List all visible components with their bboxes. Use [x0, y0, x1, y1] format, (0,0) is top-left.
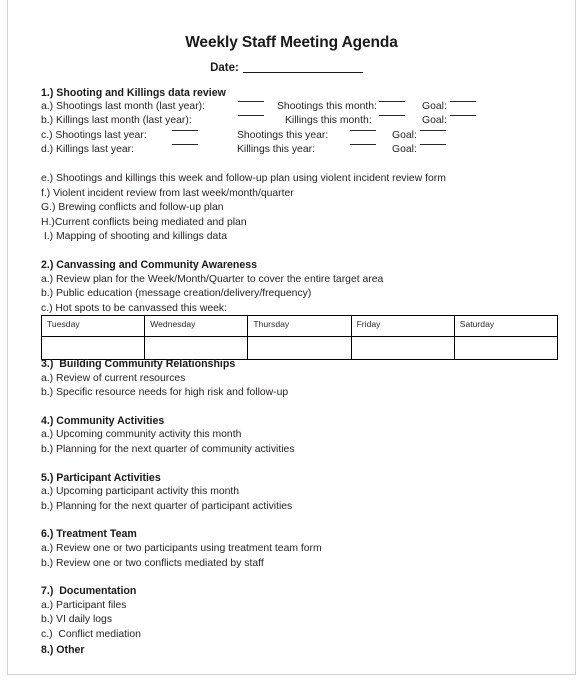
table-header-row: Tuesday Wednesday Thursday Friday Saturd… — [40, 315, 559, 337]
data-row-a: a.) Shootings last month (last year): Sh… — [41, 100, 561, 116]
hot-spots-week-table: Tuesday Wednesday Thursday Friday Saturd… — [40, 315, 559, 360]
column-header-friday: Friday — [350, 315, 455, 337]
data-row-b-blank-1[interactable] — [238, 115, 264, 117]
data-row-c-blank-1[interactable] — [172, 129, 198, 131]
list-item: a.) Upcoming community activity this mon… — [41, 429, 242, 441]
agenda-upper-body: 1.) Shooting and Killings data review a.… — [41, 86, 561, 316]
section-heading-3: 3.) Building Community Relationships — [41, 358, 236, 370]
date-label: Date: — [210, 62, 239, 74]
list-item: b.) Specific resource needs for high ris… — [41, 387, 289, 399]
data-row-d: d.) Killings last year: Killings this ye… — [41, 144, 561, 159]
data-row-b-blank-3[interactable] — [450, 115, 476, 117]
data-row-c-blank-3[interactable] — [420, 129, 446, 131]
list-item: e.) Shootings and killings this week and… — [41, 172, 446, 184]
data-row-b-blank-2[interactable] — [379, 115, 405, 117]
list-item: f.) Violent incident review from last we… — [41, 187, 294, 199]
data-row-d-blank-2[interactable] — [350, 144, 376, 146]
data-row-a-blank-3[interactable] — [450, 100, 476, 102]
page-title: Weekly Staff Meeting Agenda — [185, 34, 398, 51]
hot-spots-table-wrapper: Tuesday Wednesday Thursday Friday Saturd… — [40, 315, 559, 360]
data-row-b-goal: Goal: — [422, 115, 447, 127]
column-header-thursday: Thursday — [247, 315, 352, 337]
section-heading-5: 5.) Participant Activities — [41, 471, 161, 484]
section-heading-1: 1.) Shooting and Killings data review — [41, 87, 226, 99]
data-row-c-label: c.) Shootings last year: — [41, 129, 147, 141]
section-heading-2: 2.) Canvassing and Community Awareness — [41, 258, 258, 271]
column-header-tuesday: Tuesday — [40, 315, 146, 337]
list-item: b.) Planning for the next quarter of com… — [41, 443, 295, 455]
list-item: a.) Review one or two participants using… — [41, 542, 322, 554]
list-item: a.) Review plan for the Week/Month/Quart… — [41, 273, 384, 285]
data-row-d-mid: Killings this year: — [237, 144, 315, 156]
list-item: a.) Participant files — [41, 599, 127, 611]
data-row-c-mid: Shootings this year: — [237, 129, 329, 141]
document-sheet: Weekly Staff Meeting Agenda Date: 1.) Sh… — [8, 0, 575, 674]
section-heading-4: 4.) Community Activities — [41, 414, 165, 427]
data-row-c: c.) Shootings last year: Shootings this … — [41, 129, 561, 145]
list-item: a.) Upcoming participant activity this m… — [41, 486, 240, 498]
data-row-d-blank-3[interactable] — [420, 144, 446, 146]
section-heading-6: 6.) Treatment Team — [41, 528, 137, 541]
data-row-a-goal: Goal: — [422, 100, 447, 112]
data-row-a-mid: Shootings this month: — [277, 100, 377, 112]
document-page: Weekly Staff Meeting Agenda Date: 1.) Sh… — [7, 0, 576, 675]
list-item: a.) Review of current resources — [41, 372, 186, 384]
list-item: I.) Mapping of shooting and killings dat… — [41, 231, 227, 243]
list-item: H.)Current conflicts being mediated and … — [41, 216, 247, 228]
list-item: c.) Conflict mediation — [41, 628, 141, 640]
data-row-a-label: a.) Shootings last month (last year): — [41, 100, 206, 112]
section-heading-7: 7.) Documentation — [41, 585, 137, 598]
list-item: b.) VI daily logs — [41, 614, 113, 626]
data-row-b-label: b.) Killings last month (last year): — [41, 115, 192, 127]
data-row-b: b.) Killings last month (last year): Kil… — [41, 115, 561, 130]
section-heading-8: 8.) Other — [41, 643, 85, 656]
agenda-lower-body: 3.) Building Community Relationships a.)… — [41, 357, 561, 657]
data-row-a-blank-2[interactable] — [379, 100, 405, 102]
data-row-b-mid: Killings this month: — [285, 115, 372, 127]
list-item: b.) Review one or two conflicts mediated… — [41, 557, 264, 569]
date-field-row: Date: — [8, 62, 575, 74]
list-item: b.) Planning for the next quarter of par… — [41, 500, 293, 512]
data-row-a-blank-1[interactable] — [238, 100, 264, 102]
data-row-d-label: d.) Killings last year: — [41, 144, 134, 156]
data-row-c-blank-2[interactable] — [350, 129, 376, 131]
list-item: b.) Public education (message creation/d… — [41, 288, 312, 300]
list-item: G.) Brewing conflicts and follow-up plan — [41, 202, 224, 214]
data-row-d-goal: Goal: — [392, 144, 417, 156]
column-header-saturday: Saturday — [453, 315, 559, 337]
data-row-d-blank-1[interactable] — [172, 144, 198, 146]
column-header-wednesday: Wednesday — [144, 315, 249, 337]
data-row-c-goal: Goal: — [392, 129, 417, 141]
date-blank-line[interactable] — [242, 72, 363, 73]
